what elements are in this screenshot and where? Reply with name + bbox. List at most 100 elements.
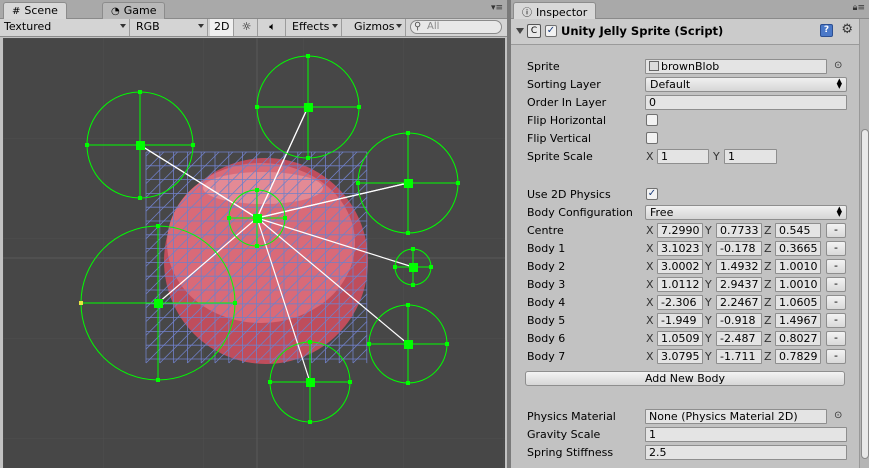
body-4-radius-handle[interactable] [156, 224, 160, 228]
inspector-lock-icon[interactable]: 🔒︎≡ [853, 3, 865, 13]
centre-body-radius-handle[interactable] [283, 216, 287, 220]
gizmos-dropdown[interactable]: Gizmos [350, 19, 406, 36]
inspector-scrollbar[interactable] [859, 19, 869, 468]
body-6-center-handle[interactable] [304, 103, 313, 112]
remove-body-button[interactable]: - [826, 277, 846, 292]
body-x-field[interactable]: 3.0002 [657, 259, 703, 274]
body-3-radius-handle[interactable] [348, 380, 352, 384]
body-7-center-handle[interactable] [404, 179, 413, 188]
panel-menu-icon[interactable]: ▾≡ [491, 3, 503, 13]
remove-body-button[interactable]: - [826, 331, 846, 346]
body-y-field[interactable]: 2.9437 [716, 277, 762, 292]
use-2d-physics-checkbox[interactable]: ✓ [646, 188, 658, 200]
sprite-scale-y-field[interactable]: 1 [724, 149, 777, 164]
body-x-field[interactable]: 3.0795 [657, 349, 703, 364]
body-5-center-handle[interactable] [136, 141, 145, 150]
scene-viewport[interactable] [3, 38, 505, 468]
foldout-arrow-icon[interactable] [516, 28, 524, 34]
body-z-field[interactable]: 1.0010 [775, 277, 821, 292]
physics-material-field[interactable]: None (Physics Material 2D) [645, 409, 827, 424]
remove-body-button[interactable]: - [826, 295, 846, 310]
body-6-radius-handle[interactable] [357, 105, 361, 109]
body-x-field[interactable]: -1.949 [657, 313, 703, 328]
body-z-field[interactable]: 0.7829 [775, 349, 821, 364]
body-1-radius-handle[interactable] [393, 265, 397, 269]
body-3-radius-handle[interactable] [308, 340, 312, 344]
body-6-radius-handle[interactable] [306, 54, 310, 58]
body-z-field[interactable]: 1.0605 [775, 295, 821, 310]
jelly-blob[interactable] [164, 158, 368, 364]
body-x-field[interactable]: 3.1023 [657, 241, 703, 256]
body-y-field[interactable]: -1.711 [716, 349, 762, 364]
spring-stiffness-field[interactable]: 2.5 [645, 445, 847, 460]
body-1-center-handle[interactable] [409, 263, 418, 272]
body-z-field[interactable]: 0.8027 [775, 331, 821, 346]
remove-body-button[interactable]: - [826, 313, 846, 328]
body-y-field[interactable]: 2.2467 [716, 295, 762, 310]
body-3-radius-handle[interactable] [268, 380, 272, 384]
body-y-field[interactable]: 0.7733 [716, 223, 762, 238]
lighting-toggle[interactable]: ☼ [236, 19, 258, 36]
remove-body-button[interactable]: - [826, 241, 846, 256]
body-2-radius-handle[interactable] [367, 342, 371, 346]
scene-canvas[interactable] [3, 38, 505, 468]
add-new-body-button[interactable]: Add New Body [525, 371, 845, 386]
body-7-radius-handle[interactable] [406, 231, 410, 235]
draw-mode-dropdown[interactable]: Textured [0, 19, 130, 36]
sorting-layer-dropdown[interactable]: Default ▲ ▼ [645, 77, 847, 92]
body-2-center-handle[interactable] [404, 340, 413, 349]
body-x-field[interactable]: -2.306 [657, 295, 703, 310]
body-z-field[interactable]: 0.545 [775, 223, 821, 238]
component-enabled-checkbox[interactable]: ✓ [545, 25, 557, 37]
gear-icon[interactable]: ⚙ [841, 22, 853, 37]
selected-radius-handle[interactable] [79, 301, 83, 305]
body-x-field[interactable]: 7.2990 [657, 223, 703, 238]
body-y-field[interactable]: -0.918 [716, 313, 762, 328]
body-3-center-handle[interactable] [306, 378, 315, 387]
body-7-radius-handle[interactable] [456, 181, 460, 185]
tab-game[interactable]: ◔ Game [102, 2, 166, 19]
remove-body-button[interactable]: - [826, 349, 846, 364]
body-x-field[interactable]: 1.0509 [657, 331, 703, 346]
render-mode-dropdown[interactable]: RGB [132, 19, 208, 36]
body-z-field[interactable]: 1.4967 [775, 313, 821, 328]
centre-body-radius-handle[interactable] [227, 216, 231, 220]
sprite-scale-x-field[interactable]: 1 [657, 149, 709, 164]
body-1-radius-handle[interactable] [411, 283, 415, 287]
body-z-field[interactable]: 1.0010 [775, 259, 821, 274]
body-7-radius-handle[interactable] [356, 181, 360, 185]
body-2-radius-handle[interactable] [445, 342, 449, 346]
body-1-radius-handle[interactable] [429, 265, 433, 269]
flip-vertical-checkbox[interactable] [646, 132, 658, 144]
body-y-field[interactable]: -2.487 [716, 331, 762, 346]
remove-body-button[interactable]: - [826, 223, 846, 238]
mode-2d-button[interactable]: 2D [210, 19, 234, 36]
object-picker-icon[interactable]: ⊙ [834, 410, 842, 421]
effects-dropdown[interactable]: Effects [288, 19, 342, 36]
body-5-radius-handle[interactable] [191, 143, 195, 147]
body-4-radius-handle[interactable] [233, 301, 237, 305]
body-4-radius-handle[interactable] [156, 378, 160, 382]
body-1-radius-handle[interactable] [411, 247, 415, 251]
tab-scene[interactable]: # Scene [3, 2, 67, 20]
body-6-radius-handle[interactable] [306, 156, 310, 160]
body-y-field[interactable]: -0.178 [716, 241, 762, 256]
scene-search-input[interactable]: ⚲ All [410, 20, 502, 34]
gravity-scale-field[interactable]: 1 [645, 427, 847, 442]
body-3-radius-handle[interactable] [308, 420, 312, 424]
centre-body-center-handle[interactable] [253, 214, 262, 223]
body-5-radius-handle[interactable] [138, 90, 142, 94]
body-z-field[interactable]: 0.3665 [775, 241, 821, 256]
remove-body-button[interactable]: - [826, 259, 846, 274]
centre-body-radius-handle[interactable] [255, 188, 259, 192]
object-picker-icon[interactable]: ⊙ [834, 60, 842, 71]
help-icon[interactable]: ? [820, 24, 833, 37]
body-5-radius-handle[interactable] [138, 196, 142, 200]
body-5-radius-handle[interactable] [85, 143, 89, 147]
order-in-layer-field[interactable]: 0 [645, 95, 847, 110]
body-2-radius-handle[interactable] [406, 303, 410, 307]
body-x-field[interactable]: 1.0112 [657, 277, 703, 292]
sprite-field[interactable]: brownBlob [645, 59, 827, 74]
body-7-radius-handle[interactable] [406, 131, 410, 135]
tab-inspector[interactable]: ⓘ Inspector [513, 2, 597, 20]
